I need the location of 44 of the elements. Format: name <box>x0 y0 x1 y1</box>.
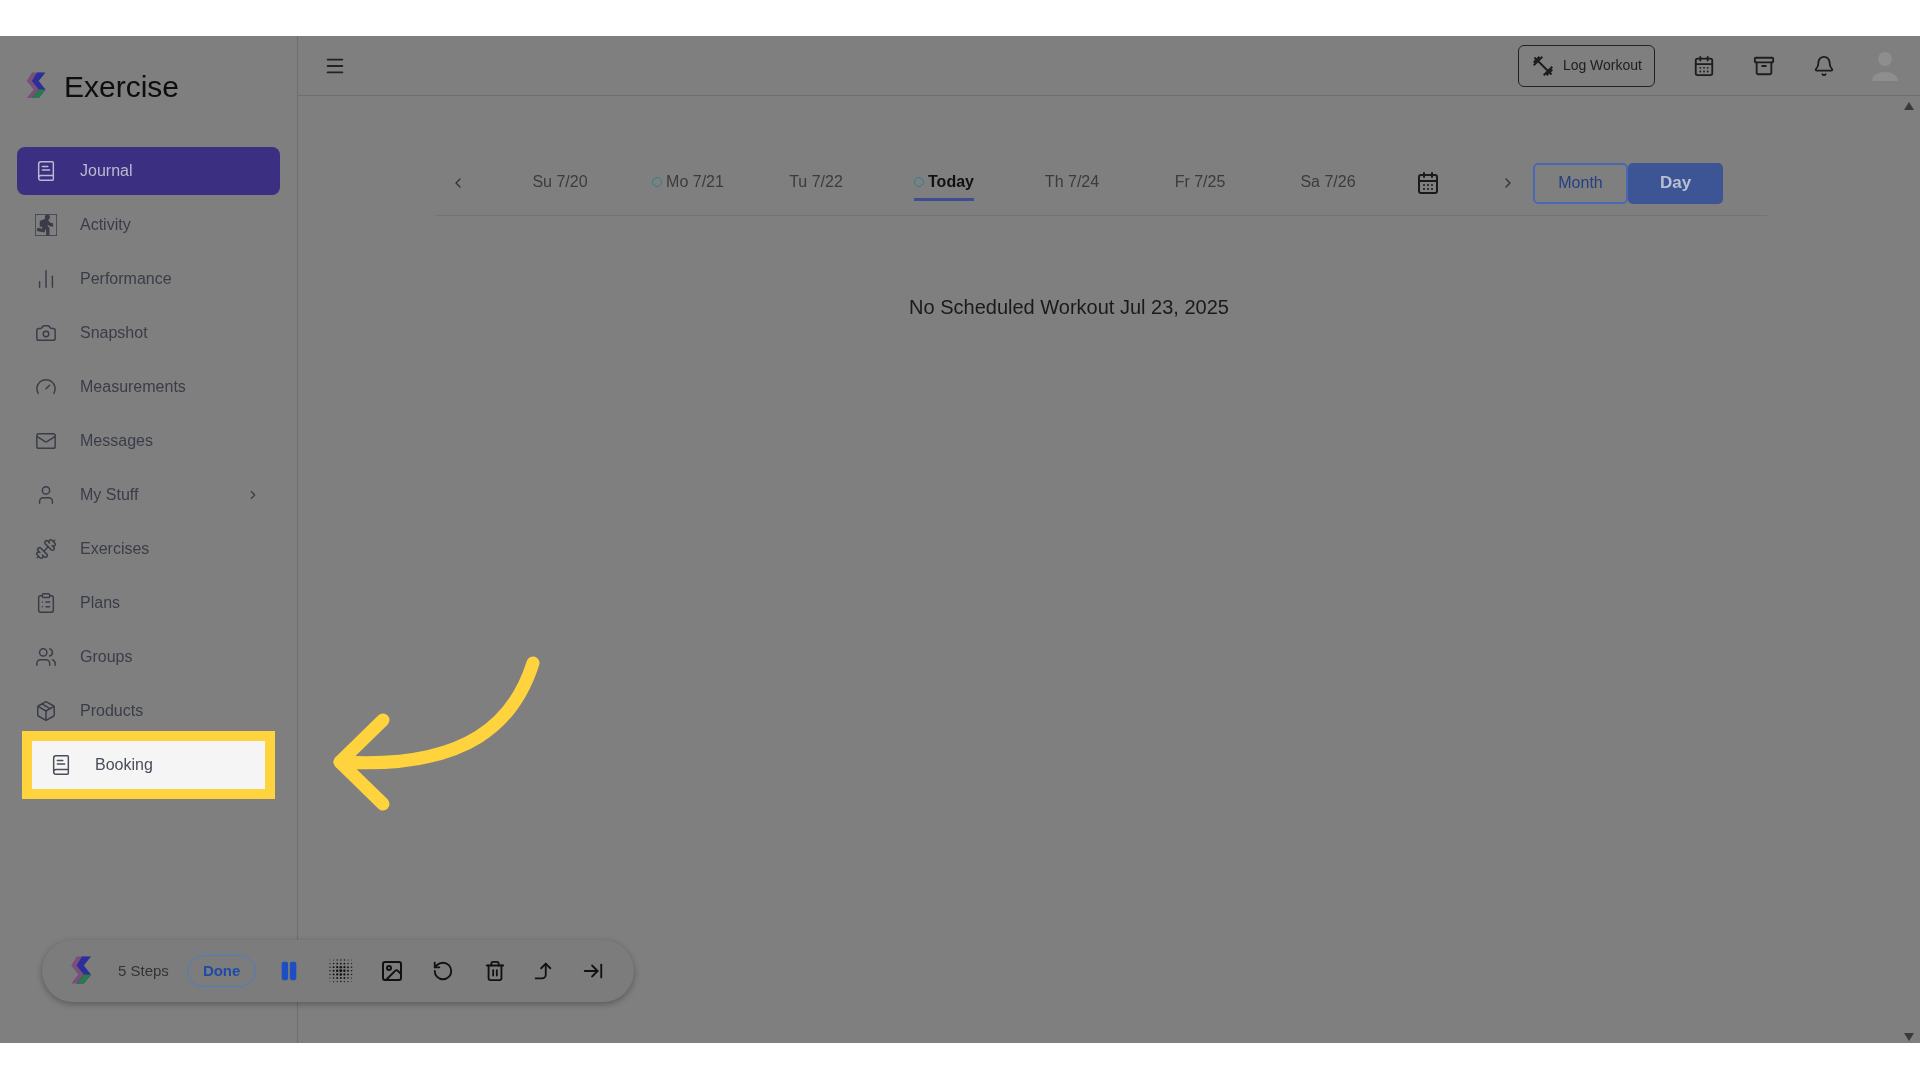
calendar-icon[interactable] <box>1416 171 1440 195</box>
sidebar-item[interactable]: My Stuff <box>17 471 280 519</box>
view-toggle-tab[interactable]: Month <box>1533 162 1628 204</box>
book-icon <box>50 754 72 776</box>
sidebar-item[interactable]: Activity <box>17 201 280 249</box>
date-tab[interactable]: Fr 7/25 <box>1174 165 1226 201</box>
box-icon[interactable] <box>1753 54 1775 77</box>
sidebar-item[interactable]: Performance <box>17 255 280 303</box>
sidebar-item[interactable]: Groups <box>17 633 280 681</box>
sidebar-item[interactable]: Journal <box>17 147 280 195</box>
date-tab[interactable]: Sa 7/26 <box>1300 165 1356 201</box>
trash-icon[interactable] <box>484 960 507 982</box>
package-icon <box>35 700 57 722</box>
sidebar-item[interactable]: Exercises <box>17 525 280 573</box>
sidebar-item[interactable]: Products <box>17 687 280 735</box>
calendar-icon[interactable] <box>1693 54 1715 77</box>
image-icon[interactable] <box>380 959 405 983</box>
log-workout-button[interactable]: Log Workout <box>1517 44 1655 87</box>
clipboard-icon <box>35 592 57 614</box>
date-tab[interactable]: Mo 7/21 <box>652 165 724 201</box>
view-toggle-tab[interactable]: Day <box>1628 162 1723 204</box>
sidebar-item[interactable]: Measurements <box>17 363 280 411</box>
date-tab[interactable]: Su 7/20 <box>532 165 588 201</box>
people-icon <box>35 646 57 668</box>
undo-icon[interactable] <box>432 960 455 982</box>
camera-icon <box>35 322 57 344</box>
dumbbell-icon <box>1530 53 1555 78</box>
dither-icon[interactable] <box>328 958 355 984</box>
runner-icon <box>35 214 57 236</box>
book-icon <box>35 160 57 182</box>
app-title: Exercise <box>64 68 180 105</box>
mail-icon <box>35 430 57 452</box>
date-tab[interactable]: Th 7/24 <box>1044 165 1100 201</box>
scroll-down-arrow-icon[interactable] <box>1904 1033 1914 1041</box>
date-tab[interactable]: Tu 7/22 <box>789 165 843 201</box>
date-tab[interactable]: Today <box>914 165 974 201</box>
scroll-up-arrow-icon[interactable] <box>1904 102 1914 110</box>
empty-message: No Scheduled Workout Jul 23, 2025 <box>909 295 1229 320</box>
sidebar-item[interactable]: Snapshot <box>17 309 280 357</box>
sidebar-item[interactable]: Messages <box>17 417 280 465</box>
bell-icon[interactable] <box>1813 54 1835 77</box>
dumbbell-icon <box>35 538 57 560</box>
steps-count: 5 Steps <box>118 960 169 981</box>
sidebar-item[interactable]: Plans <box>17 579 280 627</box>
